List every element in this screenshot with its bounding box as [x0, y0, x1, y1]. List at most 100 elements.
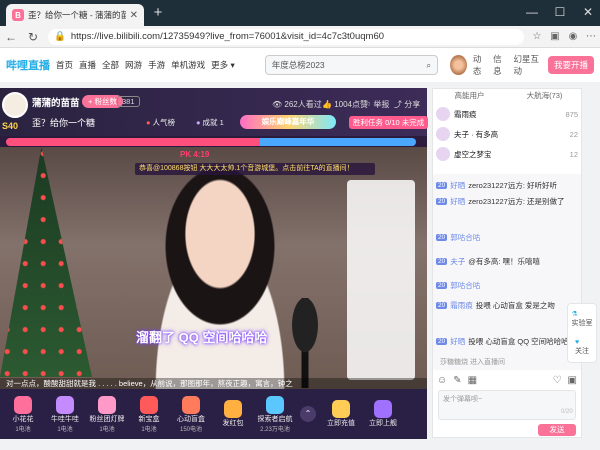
notice-banner[interactable]: 恭喜@100868按钮 大大大太帅.1个音游城堡。点击前往TA的直播间！ [135, 163, 375, 175]
battery-icon [332, 400, 350, 418]
search-icon[interactable]: ⌕ [426, 60, 431, 71]
image-icon[interactable]: ▦ [468, 375, 477, 386]
streamer-avatar[interactable] [2, 92, 28, 118]
menu-icon[interactable]: ⋯ [582, 31, 600, 42]
rank-row[interactable]: 夫子 · 有多高 22 [436, 126, 578, 142]
lab-button[interactable]: ⚗ 实验室 [572, 310, 593, 328]
gift-icon [140, 395, 158, 414]
chat-username[interactable]: 夫子 [450, 256, 465, 267]
nav-interactive-label: 幻星互动 [513, 54, 539, 76]
gift-name: 小花花 [12, 415, 34, 423]
nav-messages[interactable]: 信息 [493, 53, 507, 77]
send-button[interactable]: 发送 [538, 424, 576, 436]
gift-name: 粉丝团灯牌 [89, 415, 125, 423]
fan-medal: 20 [436, 198, 448, 205]
chat-username[interactable]: 霜雨痕 [450, 300, 473, 311]
chat-username[interactable]: 郭咕合咕 [450, 280, 480, 291]
gift-item[interactable]: 发红包 [214, 400, 252, 428]
chat-message[interactable]: 20 夫子 @有多高: 嘿！乐嘻嘻 [436, 256, 540, 267]
rank-row[interactable]: 虚空之梦宝 12 [436, 146, 578, 162]
streamer-name[interactable]: 蒲蒲的苗苗 [32, 95, 80, 109]
gift-item[interactable]: 探索者启航 2.23万电池 [256, 395, 294, 433]
event-banner[interactable]: 娱乐巅峰嘉年华 [240, 115, 336, 129]
nav-home[interactable]: 首页 [56, 59, 73, 71]
recharge-label: 立即充值 [327, 420, 355, 427]
close-window-button[interactable]: ✕ [580, 4, 596, 20]
microphone-image [275, 298, 335, 388]
chat-message[interactable]: 20 霜雨痕 投喂 心动盲盒 爱是之吻 [436, 300, 555, 311]
tab-title: 歪？给你一个糖 - 蒲蒲的苗苗 [28, 10, 126, 20]
gift-price: 1电池 [99, 426, 115, 433]
url-field[interactable]: 🔒 https://live.bilibili.com/12735949?liv… [48, 28, 524, 45]
captain-button[interactable]: 立即上舰 [364, 400, 402, 428]
enter-room-notice: 莎糖糖烧 进入直播间 [440, 359, 505, 366]
start-live-button[interactable]: 我要开播 [547, 56, 594, 74]
browser-tab[interactable]: B 歪？给你一个糖 - 蒲蒲的苗苗 ✕ [6, 4, 144, 26]
danmaku-input[interactable]: 发个弹幕呗~ [438, 390, 576, 420]
medal-icon: ● [196, 118, 201, 127]
nav-messages-label: 信息 [493, 54, 502, 76]
rank-avatar [436, 127, 450, 141]
minimize-button[interactable]: — [524, 4, 540, 20]
chat-username[interactable]: 好晒 [450, 336, 465, 347]
search-input[interactable]: 年度总榜2023 ⌕ [264, 55, 439, 75]
style-icon[interactable]: ✎ [453, 375, 461, 386]
gift-expand-button[interactable]: ⌃ [298, 406, 318, 422]
victory-task-badge[interactable]: 胜利任务 0/10 未完成 [349, 116, 429, 129]
level-badge: S40 [2, 121, 19, 131]
nav-all[interactable]: 全部 [102, 59, 119, 71]
favorite-icon[interactable]: ☆ [528, 31, 546, 42]
chat-username[interactable]: 好晒 [450, 180, 465, 191]
chat-username[interactable]: 好晒 [450, 196, 465, 207]
rank-value: 22 [569, 129, 578, 139]
chat-message[interactable]: 20 好晒 zero231227远方: 好听好听 [436, 180, 557, 191]
tab-high-energy[interactable]: 高能用户 [432, 90, 507, 101]
gift-price: 2.23万电池 [260, 426, 290, 433]
gift-item[interactable]: 牛哇牛哇 1电池 [46, 395, 84, 433]
chat-message-list[interactable]: 20 好晒 zero231227远方: 好听好听 20 好晒 zero231227远方:… [433, 174, 581, 370]
chat-text: zero231227远方: 好听好听 [468, 181, 558, 190]
gift-item[interactable]: 新宝盒 1电池 [130, 395, 168, 433]
bilibili-live-logo[interactable]: 哔哩直播 [6, 57, 50, 73]
nav-mobile-games[interactable]: 手游 [148, 59, 165, 71]
rank-row[interactable]: 霜雨痕 875 [436, 106, 578, 122]
growth-rank[interactable]: ● 成就 1 [196, 117, 224, 128]
nav-dynamic[interactable]: 动态 [473, 53, 487, 77]
chat-message[interactable]: 20 郭咕合咕 [436, 280, 483, 291]
user-avatar[interactable] [450, 55, 467, 75]
nav-interactive[interactable]: 幻星互动 [513, 53, 542, 77]
tab-guard[interactable]: 大航海(73) [507, 90, 582, 101]
nav-single-games[interactable]: 单机游戏 [171, 59, 205, 71]
profile-icon[interactable]: ◉ [564, 31, 582, 42]
follow-side-button[interactable]: ♥ 关注 [575, 339, 589, 356]
gift-item[interactable]: 心动盲盒 150电池 [172, 395, 210, 433]
recharge-button[interactable]: 立即充值 [322, 400, 360, 428]
new-tab-button[interactable]: + [150, 5, 166, 21]
scrolling-lyrics: 对一点点，酸酸甜甜就是我 . . . . . believe，从前说，那图那年，… [0, 378, 427, 389]
nav-live[interactable]: 直播 [79, 59, 96, 71]
sticker-icon[interactable]: ♡ [553, 375, 562, 386]
room-title: 歪？给你一个糖 [32, 118, 96, 128]
collections-icon[interactable]: ▣ [546, 31, 564, 42]
close-tab-icon[interactable]: ✕ [130, 10, 138, 21]
back-icon[interactable]: ← [0, 30, 22, 44]
heart-icon: ♥ [575, 339, 580, 347]
share-button[interactable]: ⤴ 分享 [394, 99, 420, 110]
chat-username[interactable]: 郭咕合咕 [450, 232, 480, 243]
fan-medal: 20 [436, 302, 448, 309]
gift-item[interactable]: 小花花 1电池 [4, 395, 42, 433]
gift-box-icon[interactable]: ▣ [568, 375, 577, 386]
chat-message[interactable]: 20 好晒 zero231227远方: 还是别做了 [436, 196, 565, 207]
refresh-icon[interactable]: ↻ [22, 30, 44, 44]
chat-message[interactable]: 20 好晒 投喂 心动盲盒 QQ 空间哈哈哈 [436, 336, 569, 347]
popularity-rank[interactable]: ● 人气榜 [146, 117, 175, 128]
nav-online-games[interactable]: 网游 [125, 59, 142, 71]
viewer-count-text: 262人看过 [284, 100, 322, 109]
emoji-icon[interactable]: ☺ [437, 375, 447, 386]
report-button[interactable]: ⚐ 举报 [364, 99, 389, 110]
maximize-button[interactable]: ☐ [552, 4, 568, 20]
gift-icon [182, 395, 200, 414]
gift-item[interactable]: 粉丝团灯牌 1电池 [88, 395, 126, 433]
nav-more[interactable]: 更多 ▾ [211, 59, 235, 71]
chat-message[interactable]: 20 郭咕合咕 [436, 232, 483, 243]
